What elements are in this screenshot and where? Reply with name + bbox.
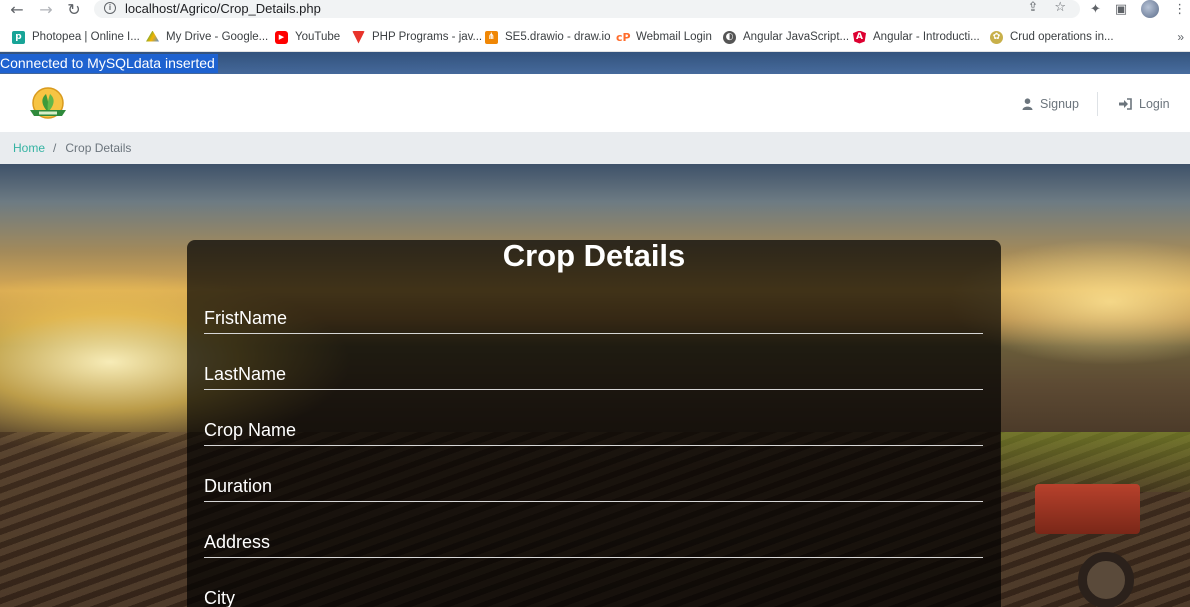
crop-name-field[interactable] bbox=[204, 415, 983, 446]
duration-field[interactable] bbox=[204, 471, 983, 502]
bookmark-label: Angular - Introducti... bbox=[873, 31, 980, 43]
tractor-wheel-image bbox=[1078, 552, 1134, 607]
bookmark-label: Photopea | Online I... bbox=[32, 31, 140, 43]
php-programs-icon bbox=[352, 30, 365, 44]
header-divider bbox=[1097, 92, 1098, 116]
breadcrumb-separator: / bbox=[53, 141, 57, 155]
bookmark-angular-intro[interactable]: A Angular - Introducti... bbox=[853, 28, 980, 46]
breadcrumb: Home / Crop Details bbox=[13, 141, 131, 155]
address-input[interactable] bbox=[204, 527, 983, 557]
photopea-icon: p bbox=[12, 30, 25, 44]
breadcrumb-current: Crop Details bbox=[65, 141, 132, 155]
bookmarks-bar: p Photopea | Online I... My Drive - Goog… bbox=[0, 22, 1190, 52]
drawio-icon: ⋔ bbox=[485, 30, 498, 44]
share-icon[interactable]: ⇪ bbox=[1027, 0, 1038, 15]
crop-name-input[interactable] bbox=[204, 415, 983, 445]
bookmarks-overflow-icon[interactable]: » bbox=[1177, 30, 1184, 44]
page-viewport: Connected to MySQLdata inserted Signup L… bbox=[0, 52, 1190, 607]
webmail-icon: cP bbox=[616, 30, 631, 44]
last-name-field[interactable] bbox=[204, 359, 983, 390]
bookmark-label: YouTube bbox=[295, 31, 341, 43]
bookmark-label: Angular JavaScript... bbox=[743, 31, 850, 43]
bookmark-drawio[interactable]: ⋔ SE5.drawio - draw.io bbox=[485, 28, 610, 46]
grass-background bbox=[1000, 432, 1190, 492]
breadcrumb-bar: Home / Crop Details bbox=[0, 132, 1190, 164]
last-name-input[interactable] bbox=[204, 359, 983, 389]
crop-details-form: Crop Details bbox=[187, 238, 1001, 607]
site-info-icon[interactable]: i bbox=[104, 2, 116, 14]
city-field[interactable] bbox=[204, 583, 983, 607]
url-text[interactable]: localhost/Agrico/Crop_Details.php bbox=[125, 1, 321, 16]
bookmark-star-icon[interactable]: ☆ bbox=[1054, 0, 1066, 15]
db-status-bar: Connected to MySQLdata inserted bbox=[0, 52, 1190, 74]
google-drive-icon bbox=[146, 30, 159, 42]
bookmark-label: Crud operations in... bbox=[1010, 31, 1114, 43]
bookmark-php-programs[interactable]: PHP Programs - jav... bbox=[352, 28, 482, 46]
agrico-logo[interactable] bbox=[24, 86, 72, 122]
profile-avatar[interactable] bbox=[1141, 0, 1160, 18]
bookmark-crud-operations[interactable]: ✿ Crud operations in... bbox=[990, 28, 1114, 46]
side-panel-icon[interactable]: ▣ bbox=[1115, 2, 1127, 17]
bookmark-photopea[interactable]: p Photopea | Online I... bbox=[12, 28, 140, 46]
first-name-field[interactable] bbox=[204, 303, 983, 334]
sign-in-icon bbox=[1119, 98, 1132, 110]
db-status-message: Connected to MySQLdata inserted bbox=[0, 54, 218, 73]
login-link[interactable]: Login bbox=[1119, 96, 1170, 112]
site-header: Signup Login bbox=[0, 74, 1190, 132]
youtube-icon: ▶ bbox=[275, 30, 288, 44]
reload-icon[interactable]: ↻ bbox=[64, 0, 84, 19]
bookmark-webmail[interactable]: cP Webmail Login bbox=[616, 28, 712, 46]
angular-js-icon: ◐ bbox=[723, 30, 736, 44]
form-title: Crop Details bbox=[502, 238, 686, 273]
angular-icon: A bbox=[853, 30, 866, 44]
bookmark-label: SE5.drawio - draw.io bbox=[505, 31, 611, 43]
bookmark-google-drive[interactable]: My Drive - Google... bbox=[146, 28, 268, 46]
extensions-puzzle-icon[interactable]: ✦ bbox=[1090, 2, 1101, 17]
address-field[interactable] bbox=[204, 527, 983, 558]
back-arrow-icon[interactable]: ← bbox=[7, 0, 27, 19]
signup-label: Signup bbox=[1040, 97, 1079, 111]
bookmark-label: My Drive - Google... bbox=[166, 31, 269, 43]
crud-icon: ✿ bbox=[990, 30, 1003, 44]
tractor-image bbox=[1035, 484, 1140, 534]
menu-kebab-icon[interactable]: ⋮ bbox=[1173, 2, 1186, 17]
bookmark-label: PHP Programs - jav... bbox=[372, 31, 483, 43]
bookmark-label: Webmail Login bbox=[636, 31, 712, 43]
browser-toolbar: ← → ↻ i localhost/Agrico/Crop_Details.ph… bbox=[0, 0, 1190, 22]
duration-input[interactable] bbox=[204, 471, 983, 501]
signup-link[interactable]: Signup bbox=[1022, 96, 1079, 112]
bookmark-youtube[interactable]: ▶ YouTube bbox=[275, 28, 340, 46]
forward-arrow-icon[interactable]: → bbox=[36, 0, 56, 19]
login-label: Login bbox=[1139, 97, 1170, 111]
address-bar[interactable]: i localhost/Agrico/Crop_Details.php ⇪ ☆ bbox=[94, 0, 1080, 18]
city-input[interactable] bbox=[204, 583, 983, 607]
breadcrumb-home-link[interactable]: Home bbox=[13, 141, 45, 155]
user-icon bbox=[1022, 98, 1033, 110]
first-name-input[interactable] bbox=[204, 303, 983, 333]
bookmark-angular-js[interactable]: ◐ Angular JavaScript... bbox=[723, 28, 849, 46]
